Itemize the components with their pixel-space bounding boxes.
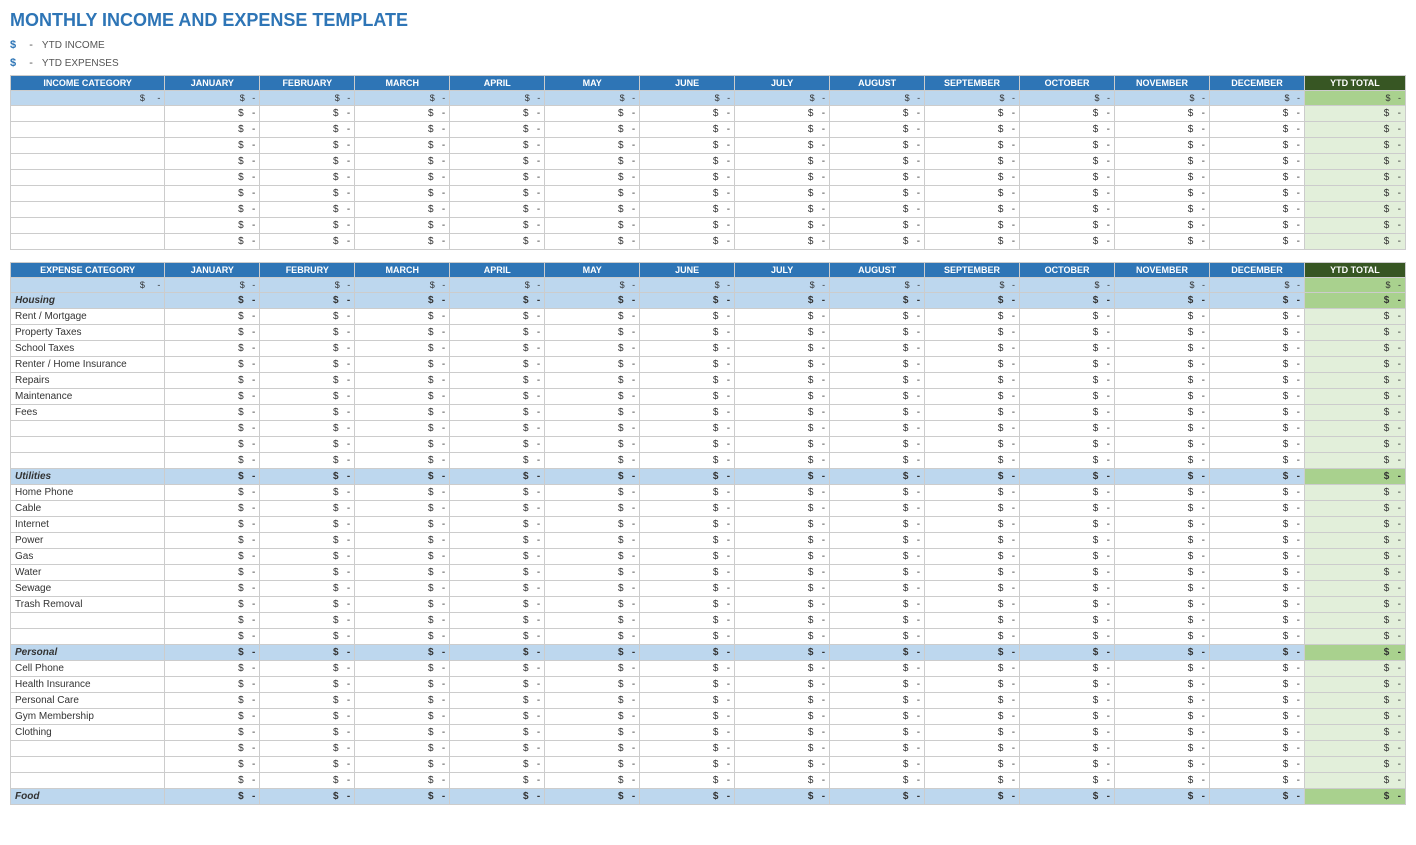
month-sep-header: SEPTEMBER <box>925 76 1020 91</box>
expense-row: $ -$ -$ -$ -$ -$ -$ -$ -$ -$ -$ -$ -$ - <box>11 757 1406 773</box>
expense-row: $ -$ -$ -$ -$ -$ -$ -$ -$ -$ -$ -$ -$ - <box>11 437 1406 453</box>
ytd-expenses-summary: $ - YTD EXPENSES <box>10 57 1406 69</box>
exp-month-sep-header: SEPTEMBER <box>925 263 1020 278</box>
income-row: $ -$ -$ -$ -$ -$ -$ -$ -$ -$ -$ -$ -$ - <box>11 234 1406 250</box>
ytd-income-dollar: $ <box>10 39 16 51</box>
month-jun-header: JUNE <box>640 76 735 91</box>
expense-row: Cell Phone$ -$ -$ -$ -$ -$ -$ -$ -$ -$ -… <box>11 661 1406 677</box>
exp-month-dec-header: DECEMBER <box>1209 263 1304 278</box>
exp-month-may-header: MAY <box>545 263 640 278</box>
expense-header-months: EXPENSE CATEGORY JANUARY FEBRURY MARCH A… <box>11 263 1406 278</box>
expense-section-header: Housing$ -$ -$ -$ -$ -$ -$ -$ -$ -$ -$ -… <box>11 293 1406 309</box>
ytd-total-header: YTD TOTAL <box>1304 76 1405 91</box>
expense-row: Renter / Home Insurance$ -$ -$ -$ -$ -$ … <box>11 357 1406 373</box>
income-row: $ -$ -$ -$ -$ -$ -$ -$ -$ -$ -$ -$ -$ - <box>11 218 1406 234</box>
income-cat-dollar: $ - <box>11 91 165 106</box>
page-title: MONTHLY INCOME AND EXPENSE TEMPLATE <box>10 10 1406 31</box>
exp-month-nov-header: NOVEMBER <box>1115 263 1210 278</box>
expense-category-header: EXPENSE CATEGORY <box>11 263 165 278</box>
expense-row: $ -$ -$ -$ -$ -$ -$ -$ -$ -$ -$ -$ -$ - <box>11 613 1406 629</box>
income-row: $ -$ -$ -$ -$ -$ -$ -$ -$ -$ -$ -$ -$ - <box>11 138 1406 154</box>
ytd-income-summary: $ - YTD INCOME <box>10 39 1406 51</box>
expense-row: Internet$ -$ -$ -$ -$ -$ -$ -$ -$ -$ -$ … <box>11 517 1406 533</box>
exp-month-oct-header: OctObER <box>1020 263 1115 278</box>
income-dollar-subheader: $ - $ -$ - $ -$ - $ -$ - $ -$ - $ -$ - $… <box>11 91 1406 106</box>
expense-section: EXPENSE CATEGORY JANUARY FEBRURY MARCH A… <box>10 262 1406 805</box>
month-aug-header: AUGUST <box>830 76 925 91</box>
expense-row: Trash Removal$ -$ -$ -$ -$ -$ -$ -$ -$ -… <box>11 597 1406 613</box>
expense-row: Personal Care$ -$ -$ -$ -$ -$ -$ -$ -$ -… <box>11 693 1406 709</box>
exp-ytd-total-header: YTD TOTAL <box>1304 263 1405 278</box>
month-mar-header: MARCH <box>355 76 450 91</box>
expense-row: Maintenance$ -$ -$ -$ -$ -$ -$ -$ -$ -$ … <box>11 389 1406 405</box>
expense-section-header: Utilities$ -$ -$ -$ -$ -$ -$ -$ -$ -$ -$… <box>11 469 1406 485</box>
expense-row: Health Insurance$ -$ -$ -$ -$ -$ -$ -$ -… <box>11 677 1406 693</box>
expense-row: School Taxes$ -$ -$ -$ -$ -$ -$ -$ -$ -$… <box>11 341 1406 357</box>
expense-row: $ -$ -$ -$ -$ -$ -$ -$ -$ -$ -$ -$ -$ - <box>11 453 1406 469</box>
expense-row: $ -$ -$ -$ -$ -$ -$ -$ -$ -$ -$ -$ -$ - <box>11 773 1406 789</box>
ytd-expenses-dollar: $ <box>10 57 16 69</box>
month-may-header: MAY <box>545 76 640 91</box>
income-table: INCOME CATEGORY JANUARY FEBRUARY MARCH A… <box>10 75 1406 250</box>
month-jul-header: JULY <box>735 76 830 91</box>
income-section: INCOME CATEGORY JANUARY FEBRUARY MARCH A… <box>10 75 1406 250</box>
exp-month-mar-header: MARCH <box>355 263 450 278</box>
month-apr-header: APRIL <box>450 76 545 91</box>
ytd-income-label: YTD INCOME <box>42 40 105 51</box>
expense-row: Sewage$ -$ -$ -$ -$ -$ -$ -$ -$ -$ -$ -$… <box>11 581 1406 597</box>
exp-month-jan-header: JANUARY <box>165 263 260 278</box>
expense-row: Power$ -$ -$ -$ -$ -$ -$ -$ -$ -$ -$ -$ … <box>11 533 1406 549</box>
expense-table: EXPENSE CATEGORY JANUARY FEBRURY MARCH A… <box>10 262 1406 805</box>
expense-row: Rent / Mortgage$ -$ -$ -$ -$ -$ -$ -$ -$… <box>11 309 1406 325</box>
expense-row: Water$ -$ -$ -$ -$ -$ -$ -$ -$ -$ -$ -$ … <box>11 565 1406 581</box>
income-row: $ -$ -$ -$ -$ -$ -$ -$ -$ -$ -$ -$ -$ - <box>11 186 1406 202</box>
expense-row: Clothing$ -$ -$ -$ -$ -$ -$ -$ -$ -$ -$ … <box>11 725 1406 741</box>
expense-section-header: Food$ -$ -$ -$ -$ -$ -$ -$ -$ -$ -$ -$ -… <box>11 789 1406 805</box>
income-category-header: INCOME CATEGORY <box>11 76 165 91</box>
expense-row: Fees$ -$ -$ -$ -$ -$ -$ -$ -$ -$ -$ -$ -… <box>11 405 1406 421</box>
exp-month-jun-header: JUNE <box>640 263 735 278</box>
month-jan-header: JANUARY <box>165 76 260 91</box>
month-feb-header: FEBRUARY <box>260 76 355 91</box>
income-row: $ -$ -$ -$ -$ -$ -$ -$ -$ -$ -$ -$ -$ - <box>11 154 1406 170</box>
expense-row: $ -$ -$ -$ -$ -$ -$ -$ -$ -$ -$ -$ -$ - <box>11 741 1406 757</box>
expense-section-header: Personal$ -$ -$ -$ -$ -$ -$ -$ -$ -$ -$ … <box>11 645 1406 661</box>
month-dec-header: DECEMBER <box>1209 76 1304 91</box>
exp-month-apr-header: APRIL <box>450 263 545 278</box>
expense-row: Repairs$ -$ -$ -$ -$ -$ -$ -$ -$ -$ -$ -… <box>11 373 1406 389</box>
expense-row: $ -$ -$ -$ -$ -$ -$ -$ -$ -$ -$ -$ -$ - <box>11 421 1406 437</box>
income-header-months: INCOME CATEGORY JANUARY FEBRUARY MARCH A… <box>11 76 1406 91</box>
expense-row: Gas$ -$ -$ -$ -$ -$ -$ -$ -$ -$ -$ -$ -$… <box>11 549 1406 565</box>
month-oct-header: OctOber <box>1020 76 1115 91</box>
ytd-expenses-label: YTD EXPENSES <box>42 58 119 69</box>
exp-month-aug-header: AUGUST <box>830 263 925 278</box>
income-row: $ -$ -$ -$ -$ -$ -$ -$ -$ -$ -$ -$ -$ - <box>11 122 1406 138</box>
exp-month-jul-header: JULY <box>735 263 830 278</box>
month-nov-header: NOVEMBER <box>1115 76 1210 91</box>
expense-dollar-subheader: $ - $ -$ - $ -$ - $ -$ - $ -$ - $ -$ - $… <box>11 278 1406 293</box>
expense-row: $ -$ -$ -$ -$ -$ -$ -$ -$ -$ -$ -$ -$ - <box>11 629 1406 645</box>
income-row: $ -$ -$ -$ -$ -$ -$ -$ -$ -$ -$ -$ -$ - <box>11 106 1406 122</box>
exp-month-feb-header: FEBRURY <box>260 263 355 278</box>
expense-row: Property Taxes$ -$ -$ -$ -$ -$ -$ -$ -$ … <box>11 325 1406 341</box>
income-row: $ -$ -$ -$ -$ -$ -$ -$ -$ -$ -$ -$ -$ - <box>11 170 1406 186</box>
expense-row: Home Phone$ -$ -$ -$ -$ -$ -$ -$ -$ -$ -… <box>11 485 1406 501</box>
expense-row: Cable$ -$ -$ -$ -$ -$ -$ -$ -$ -$ -$ -$ … <box>11 501 1406 517</box>
income-row: $ -$ -$ -$ -$ -$ -$ -$ -$ -$ -$ -$ -$ - <box>11 202 1406 218</box>
expense-row: Gym Membership$ -$ -$ -$ -$ -$ -$ -$ -$ … <box>11 709 1406 725</box>
